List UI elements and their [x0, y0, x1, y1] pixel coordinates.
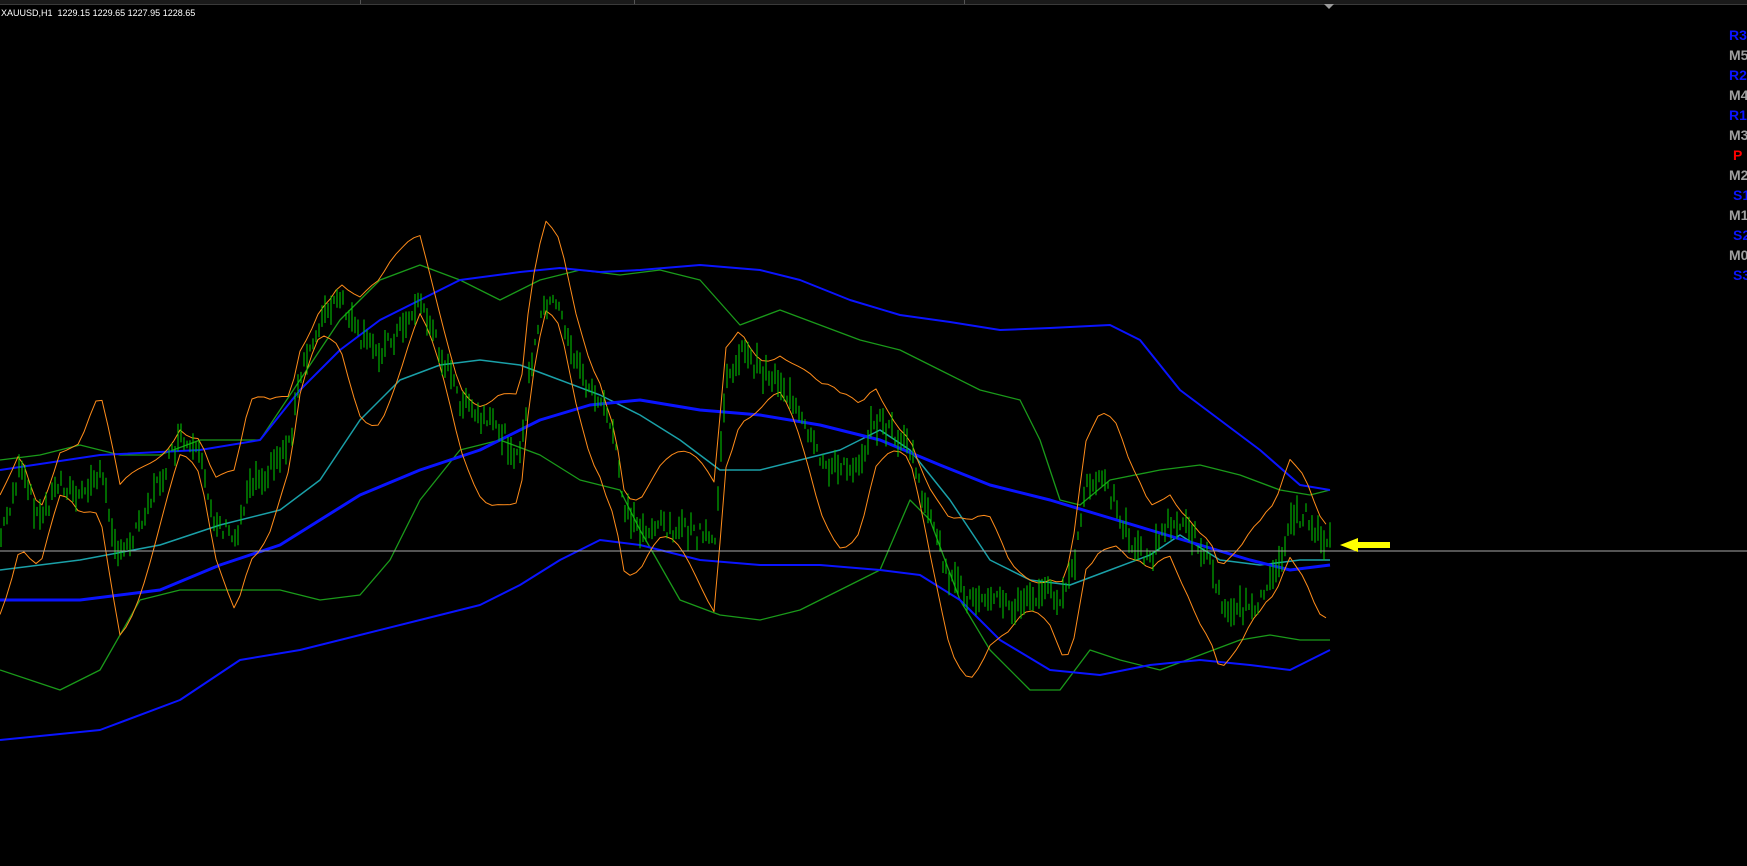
- blue-band-lower: [0, 539, 1331, 741]
- pivot-label-m0: M0: [1729, 247, 1747, 263]
- chart-window[interactable]: XAUUSD,H1 1229.15 1229.65 1227.95 1228.6…: [0, 0, 1747, 866]
- pivot-label-r3: R3: [1729, 27, 1747, 43]
- current-price-arrow-icon: [1340, 538, 1390, 552]
- orange-band-upper: [0, 220, 1327, 584]
- pivot-label-m2: M2: [1729, 167, 1747, 183]
- pivot-label-m1: M1: [1729, 207, 1747, 223]
- pivot-label-m3: M3: [1729, 127, 1747, 143]
- pivot-label-m4: M4: [1729, 87, 1747, 103]
- orange-band-lower: [0, 310, 1327, 678]
- pivot-label-s1: S1: [1733, 187, 1747, 203]
- pivot-label-r1: R1: [1729, 107, 1747, 123]
- pivot-label-m5: M5: [1729, 47, 1747, 63]
- green-band-upper: [0, 264, 1331, 506]
- price-plot-area[interactable]: [0, 0, 1747, 866]
- pivot-label-r2: R2: [1729, 67, 1747, 83]
- indicator-bands: [0, 220, 1331, 741]
- pivot-label-s3: S3: [1733, 267, 1747, 283]
- price-bars: [0, 289, 1331, 627]
- pivot-level-labels: R3 M5 R2 M4 R1 M3 P M2 S1 M1 S2 M0 S3: [1729, 25, 1747, 285]
- pivot-label-s2: S2: [1733, 227, 1747, 243]
- pivot-label-p: P: [1733, 147, 1743, 163]
